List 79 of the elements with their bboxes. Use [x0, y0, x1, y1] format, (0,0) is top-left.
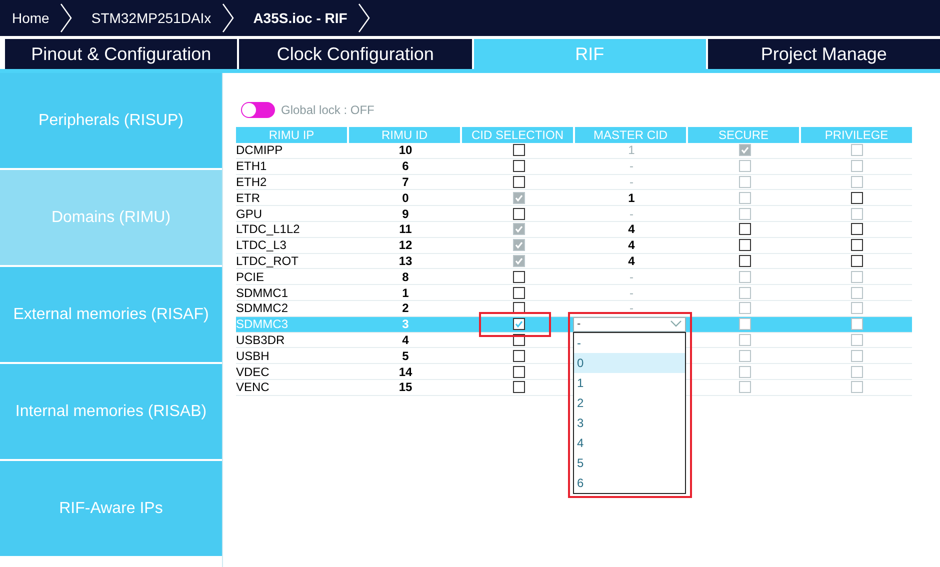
table-cell: 4: [628, 239, 635, 252]
checkbox[interactable]: [512, 160, 524, 172]
table-cell: 9: [402, 208, 409, 220]
table-row[interactable]: LTDC_L3 12 4: [236, 238, 912, 254]
table-cell: VENC: [236, 381, 270, 394]
table-cell: 4: [628, 254, 635, 267]
table-cell: LTDC_L3: [236, 239, 286, 252]
checkbox[interactable]: [738, 239, 750, 252]
checkbox[interactable]: [512, 366, 524, 378]
table-cell: 4: [402, 334, 409, 346]
chevron-icon: [221, 3, 236, 33]
chevron-down-icon: [670, 320, 682, 328]
checkbox[interactable]: [512, 318, 524, 330]
table-cell: 1: [628, 192, 635, 204]
table-cell: SDMMC3: [236, 318, 288, 330]
checkbox[interactable]: [850, 254, 862, 267]
table-cell: 15: [398, 381, 412, 394]
table-cell: SDMMC1: [236, 286, 288, 299]
table-cell: LTDC_L1L2: [236, 223, 300, 236]
table-cell: USBH: [236, 350, 270, 362]
table-cell: USB3DR: [236, 334, 285, 346]
table-cell: 11: [399, 223, 412, 236]
toggle-label: Global lock : OFF: [281, 102, 374, 119]
breadcrumb-link[interactable]: A35S.ioc - RIF: [253, 8, 348, 28]
checkbox[interactable]: [512, 144, 524, 156]
table-cell: -: [630, 270, 634, 283]
table-cell: ETH1: [236, 160, 267, 172]
table-cell: ETH2: [236, 176, 267, 188]
checkbox[interactable]: [512, 208, 524, 220]
table-cell: 6: [402, 160, 409, 172]
table-cell: -: [630, 160, 634, 172]
table-cell: 14: [398, 366, 412, 378]
table-cell: -: [630, 176, 634, 188]
dropdown-option[interactable]: 0: [574, 352, 685, 373]
table-cell: 8: [402, 270, 409, 283]
table-cell: PCIE: [236, 270, 264, 283]
chevron-icon: [59, 3, 74, 33]
checkbox[interactable]: [738, 254, 750, 267]
table-row[interactable]: LTDC_L1L2 11 4: [236, 222, 912, 238]
table-row[interactable]: ETR 0 1: [236, 190, 912, 206]
table-cell: 2: [402, 302, 409, 314]
table-cell: -: [630, 286, 634, 299]
checkbox[interactable]: [850, 223, 862, 236]
table-cell: LTDC_ROT: [236, 254, 298, 267]
table-cell: 7: [402, 176, 409, 188]
table-cell: -: [630, 302, 634, 314]
table-cell: 5: [402, 350, 409, 362]
table-cell: 1: [628, 144, 635, 156]
table-cell: VDEC: [236, 366, 270, 378]
tab[interactable]: Project Manage: [708, 39, 940, 69]
checkbox[interactable]: [512, 286, 524, 299]
highlight-box: [479, 312, 551, 337]
tab[interactable]: Clock Configuration: [239, 39, 472, 69]
breadcrumb-link[interactable]: Home: [12, 8, 50, 28]
checkbox[interactable]: [850, 192, 862, 204]
chevron-icon: [357, 3, 372, 33]
tab[interactable]: Pinout & Configuration: [5, 39, 238, 69]
toggle-switch[interactable]: [241, 102, 275, 118]
breadcrumb-link[interactable]: STM32MP251DAIx: [91, 8, 212, 28]
table-cell: 1: [402, 286, 409, 299]
table-cell: DCMIPP: [236, 144, 283, 156]
checkbox[interactable]: [512, 350, 524, 362]
table-cell: 12: [398, 239, 412, 252]
table-cell: 4: [628, 223, 635, 236]
checkbox[interactable]: [512, 270, 524, 283]
checkbox[interactable]: [738, 223, 750, 236]
table-row[interactable]: LTDC_ROT 13 4: [236, 254, 912, 270]
checkbox[interactable]: [850, 239, 862, 252]
table-cell: 13: [398, 254, 412, 267]
table-cell: SDMMC2: [236, 302, 288, 314]
table-cell: 3: [402, 318, 409, 330]
dropdown-select[interactable]: -: [573, 316, 686, 332]
table-cell: GPU: [236, 208, 262, 220]
checkbox[interactable]: [512, 381, 524, 394]
table-cell: -: [630, 208, 634, 220]
table-cell: ETR: [236, 192, 260, 204]
table-cell: 0: [402, 192, 409, 204]
table-cell: 10: [398, 144, 412, 156]
checkbox[interactable]: [512, 176, 524, 188]
